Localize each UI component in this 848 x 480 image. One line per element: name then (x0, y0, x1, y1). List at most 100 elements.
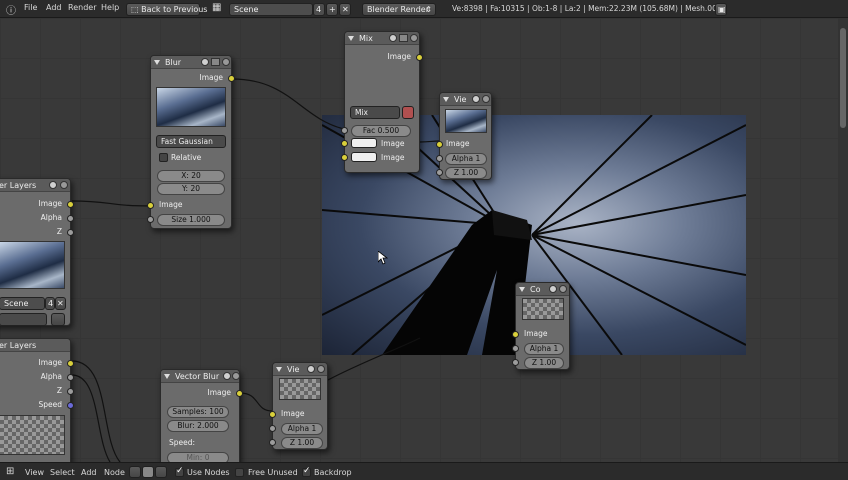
alpha-field[interactable]: Alpha 1 (445, 153, 487, 165)
preview-toggle-icon[interactable] (389, 34, 397, 42)
blend-mode-select[interactable]: Mix (350, 106, 400, 119)
menu-select[interactable]: Select (50, 468, 75, 477)
menu-view[interactable]: View (25, 468, 44, 477)
back-to-previous-button[interactable]: ⬚ Back to Previous (126, 3, 207, 16)
mix-node-header[interactable]: Mix (345, 32, 419, 45)
collapse-icon[interactable] (276, 367, 282, 372)
preview-toggle-icon[interactable] (307, 365, 315, 373)
close-icon[interactable] (410, 34, 418, 42)
close-icon[interactable] (60, 181, 68, 189)
render-layers-node-header[interactable]: er Layers (0, 179, 70, 192)
screen-icon[interactable]: ▣ (715, 3, 727, 16)
output-alpha-socket[interactable] (67, 374, 74, 381)
output-image-socket[interactable] (67, 201, 74, 208)
close-icon[interactable] (559, 285, 567, 293)
input-alpha-socket[interactable] (269, 425, 276, 432)
output-speed-socket[interactable] (67, 402, 74, 409)
render-engine-select[interactable]: Blender Render ⇕ (362, 3, 436, 16)
backdrop-checkbox[interactable] (302, 466, 311, 477)
render-layers-node-header[interactable]: er Layers (0, 339, 70, 352)
viewer-node-1[interactable]: Vie Image Alpha 1 Z 1.00 (436, 92, 492, 180)
blur-node-header[interactable]: Blur (151, 56, 231, 69)
texture-nodes-icon[interactable] (155, 466, 167, 478)
composite-node[interactable]: Co Image Alpha 1 Z 1.00 (512, 282, 570, 370)
close-icon[interactable] (232, 372, 240, 380)
blur-y-field[interactable]: Y: 20 (157, 183, 225, 195)
menu-file[interactable]: File (24, 3, 37, 12)
input-z-socket[interactable] (436, 169, 443, 176)
free-unused-checkbox[interactable] (235, 468, 244, 477)
info-editor-icon[interactable]: ⓘ (6, 2, 16, 17)
blur-x-field[interactable]: X: 20 (157, 170, 225, 182)
collapse-icon[interactable] (348, 36, 354, 41)
vector-blur-node[interactable]: Vector Blur Image Samples: 100 Blur: 2.0… (160, 369, 243, 462)
scene-select[interactable]: Scene (0, 297, 45, 310)
input-fac-socket[interactable] (341, 127, 348, 134)
input-z-socket[interactable] (512, 359, 519, 366)
input-image-socket[interactable] (269, 411, 276, 418)
collapse-icon[interactable] (154, 60, 160, 65)
output-image-socket[interactable] (67, 360, 74, 367)
z-field[interactable]: Z 1.00 (281, 437, 323, 449)
output-alpha-socket[interactable] (67, 215, 74, 222)
close-icon[interactable] (317, 365, 325, 373)
render-layers-node-1[interactable]: er Layers Image Alpha Z Scene 4 ✕ (0, 178, 74, 326)
collapse-icon[interactable] (443, 97, 449, 102)
input-alpha-socket[interactable] (436, 155, 443, 162)
alpha-field[interactable]: Alpha 1 (524, 343, 564, 355)
image1-color-swatch[interactable] (351, 138, 377, 148)
input-alpha-socket[interactable] (512, 345, 519, 352)
render-layers-node-2[interactable]: er Layers Image Alpha Z Speed (0, 338, 74, 462)
composite-node-header[interactable]: Co (516, 283, 569, 296)
fac-field[interactable]: Fac 0.500 (351, 125, 411, 137)
output-z-socket[interactable] (67, 388, 74, 395)
node-editor[interactable]: Blur Image Fast Gaussian Relative X: 20 … (0, 18, 838, 462)
preview-toggle-icon[interactable] (223, 372, 231, 380)
close-icon[interactable] (482, 95, 490, 103)
menu-node[interactable]: Node (104, 468, 125, 477)
options-toggle-icon[interactable] (399, 34, 408, 42)
vector-blur-node-header[interactable]: Vector Blur (161, 370, 240, 383)
scrollbar-thumb[interactable] (840, 28, 846, 128)
output-image-socket[interactable] (416, 54, 423, 61)
blur-size-field[interactable]: Size 1.000 (157, 214, 225, 226)
render-layer-select[interactable] (0, 313, 47, 326)
menu-help[interactable]: Help (101, 3, 119, 12)
preview-toggle-icon[interactable] (49, 181, 57, 189)
mix-node[interactable]: Mix Image Mix Fac 0.500 Image Image (341, 31, 423, 173)
shader-nodes-icon[interactable] (129, 466, 141, 478)
blur-node[interactable]: Blur Image Fast Gaussian Relative X: 20 … (147, 55, 235, 229)
compositing-nodes-icon[interactable] (142, 466, 154, 478)
collapse-icon[interactable] (164, 374, 170, 379)
viewer-node-header[interactable]: Vie (273, 363, 327, 376)
preview-toggle-icon[interactable] (472, 95, 480, 103)
menu-add[interactable]: Add (81, 468, 97, 477)
scene-field[interactable]: Scene (229, 3, 313, 16)
editor-vertical-scrollbar[interactable] (838, 18, 848, 462)
options-toggle-icon[interactable] (211, 58, 220, 66)
input-image1-socket[interactable] (341, 140, 348, 147)
image2-color-swatch[interactable] (351, 152, 377, 162)
preview-toggle-icon[interactable] (549, 285, 557, 293)
input-image-socket[interactable] (147, 202, 154, 209)
unlink-scene-button[interactable]: ✕ (55, 297, 66, 310)
z-field[interactable]: Z 1.00 (524, 357, 564, 369)
samples-field[interactable]: Samples: 100 (167, 406, 229, 418)
close-icon[interactable] (222, 58, 230, 66)
blur-factor-field[interactable]: Blur: 2.000 (167, 420, 229, 432)
output-z-socket[interactable] (67, 229, 74, 236)
input-z-socket[interactable] (269, 439, 276, 446)
filter-type-select[interactable]: Fast Gaussian (156, 135, 226, 148)
preview-toggle-icon[interactable] (201, 58, 209, 66)
collapse-icon[interactable] (519, 287, 525, 292)
render-layer-icon[interactable] (51, 313, 65, 326)
z-field[interactable]: Z 1.00 (445, 167, 487, 179)
output-image-socket[interactable] (228, 75, 235, 82)
delete-scene-button[interactable]: ✕ (339, 3, 351, 16)
input-image-socket[interactable] (436, 141, 443, 148)
input-size-socket[interactable] (147, 216, 154, 223)
viewer-node-2[interactable]: Vie Image Alpha 1 Z 1.00 (269, 362, 328, 450)
add-scene-button[interactable]: + (326, 3, 338, 16)
min-speed-field[interactable]: Min: 0 (167, 452, 229, 462)
alpha-field[interactable]: Alpha 1 (281, 423, 323, 435)
